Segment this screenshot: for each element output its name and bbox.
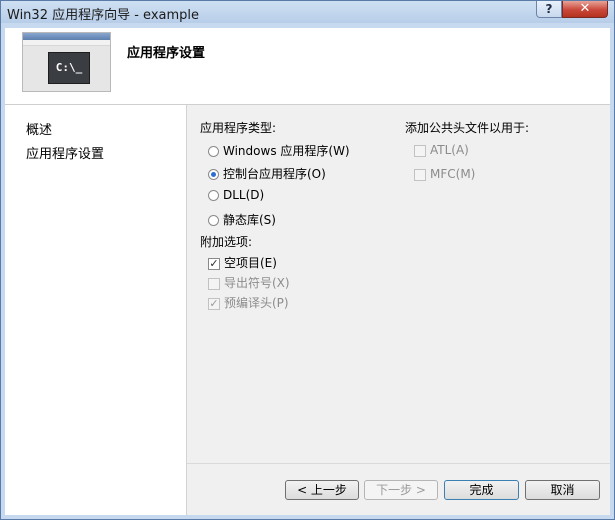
checkbox-empty-project[interactable]: ✓ 空项目(E) (208, 254, 277, 271)
checkbox-label: 预编译头(P) (224, 296, 289, 310)
checkbox-indicator (414, 144, 426, 157)
checkbox-label: 空项目(E) (224, 256, 277, 270)
sidebar-item-app-settings[interactable]: 应用程序设置 (26, 143, 104, 162)
checkbox-indicator (208, 277, 220, 290)
wizard-sidebar: 概述 应用程序设置 (5, 105, 187, 515)
checkbox-precompiled-header: ✓ 预编译头(P) (208, 294, 289, 311)
common-headers-label: 添加公共头文件以用于: (405, 121, 530, 135)
sidebar-item-overview[interactable]: 概述 (26, 119, 52, 138)
checkbox-label: 导出符号(X) (224, 276, 290, 290)
radio-label: Windows 应用程序(W) (223, 144, 350, 158)
radio-indicator[interactable] (208, 190, 219, 201)
thumbnail-menubar (23, 40, 110, 46)
radio-indicator[interactable] (208, 169, 219, 180)
checkbox-atl: ATL(A) (414, 143, 469, 157)
checkbox-export-symbols: 导出符号(X) (208, 274, 290, 291)
additional-options-label: 附加选项: (200, 235, 253, 249)
checkbox-indicator: ✓ (208, 296, 220, 310)
prev-button[interactable]: < 上一步 (285, 480, 359, 500)
checkbox-label: MFC(M) (430, 167, 476, 181)
radio-dll[interactable]: DLL(D) (208, 188, 264, 202)
console-app-icon: C:\_ (22, 32, 111, 92)
finish-button[interactable]: 完成 (444, 480, 519, 500)
help-button[interactable]: ? (536, 1, 562, 18)
page-title: 应用程序设置 (127, 46, 206, 61)
radio-label: 静态库(S) (223, 213, 276, 227)
close-button[interactable]: ✕ (562, 1, 608, 18)
console-window-graphic: C:\_ (48, 52, 90, 84)
next-button: 下一步 > (364, 480, 438, 500)
title-bar[interactable]: Win32 应用程序向导 - example ? ✕ (1, 1, 614, 23)
radio-label: 控制台应用程序(O) (223, 167, 326, 181)
checkbox-indicator[interactable]: ✓ (208, 257, 220, 270)
window-title: Win32 应用程序向导 - example (7, 8, 200, 23)
checkbox-mfc: MFC(M) (414, 167, 475, 181)
wizard-header: C:\_ 应用程序设置 (5, 28, 610, 105)
footer-divider (187, 463, 610, 464)
radio-static-lib[interactable]: 静态库(S) (208, 211, 276, 228)
wizard-window: Win32 应用程序向导 - example ? ✕ C:\_ 应用程序设置 概… (0, 0, 615, 520)
radio-indicator[interactable] (208, 146, 219, 157)
checkbox-label: ATL(A) (430, 143, 469, 157)
app-type-label: 应用程序类型: (200, 121, 277, 135)
settings-panel: 应用程序类型: Windows 应用程序(W) 控制台应用程序(O) DLL(D… (187, 105, 610, 515)
wizard-client-area: C:\_ 应用程序设置 概述 应用程序设置 应用程序类型: Windows 应用… (5, 28, 610, 515)
thumbnail-titlebar (23, 33, 110, 40)
cancel-button[interactable]: 取消 (525, 480, 600, 500)
radio-windows-app[interactable]: Windows 应用程序(W) (208, 142, 350, 159)
checkbox-indicator (414, 168, 426, 181)
radio-console-app[interactable]: 控制台应用程序(O) (208, 165, 326, 182)
radio-label: DLL(D) (223, 188, 265, 202)
radio-indicator[interactable] (208, 215, 219, 226)
